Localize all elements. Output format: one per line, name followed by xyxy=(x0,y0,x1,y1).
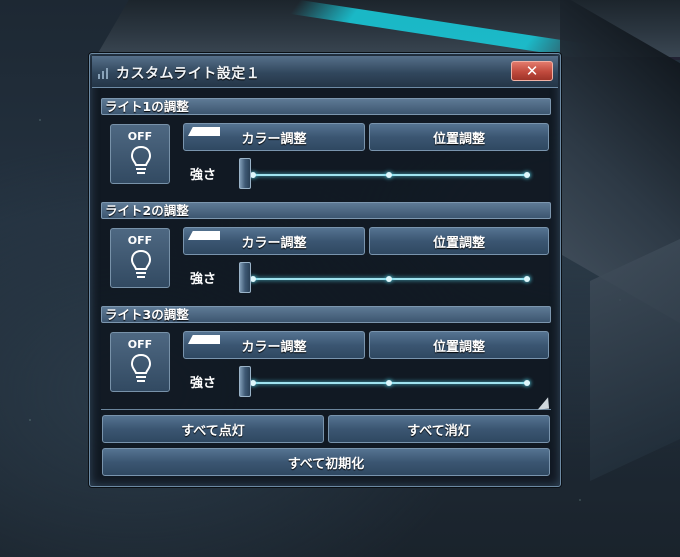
slider-tick xyxy=(386,276,392,282)
light-2-toggle-button[interactable]: OFF xyxy=(110,228,170,288)
window-title: カスタムライト設定１ xyxy=(116,66,261,82)
light-2-color-button[interactable]: カラー調整 xyxy=(183,227,365,255)
light-2-panel: ライト2の調整 OFF カラー調整 位置調整 強さ xyxy=(101,202,551,302)
light-1-panel: ライト1の調整 OFF カラー調整 位置調整 強さ xyxy=(101,98,551,198)
toggle-state-label: OFF xyxy=(127,130,153,143)
button-label: カラー調整 xyxy=(241,131,307,147)
button-label: カラー調整 xyxy=(241,339,307,355)
light-2-position-button[interactable]: 位置調整 xyxy=(369,227,549,255)
color-swatch xyxy=(188,127,220,136)
toggle-state-label: OFF xyxy=(127,338,153,351)
light-2-slider-thumb[interactable] xyxy=(239,262,251,293)
button-label: すべて初期化 xyxy=(287,456,365,472)
light-3-strength-slider[interactable] xyxy=(250,380,530,386)
light-3-slider-thumb[interactable] xyxy=(239,366,251,397)
strength-label: 強さ xyxy=(190,168,217,183)
slider-tick xyxy=(386,380,392,386)
color-swatch xyxy=(188,231,220,240)
close-icon: ✕ xyxy=(525,62,539,80)
light-3-position-button[interactable]: 位置調整 xyxy=(369,331,549,359)
light-1-color-button[interactable]: カラー調整 xyxy=(183,123,365,151)
light-3-toggle-button[interactable]: OFF xyxy=(110,332,170,392)
light-2-strength-slider[interactable] xyxy=(250,276,530,282)
button-label: 位置調整 xyxy=(432,339,485,355)
reset-all-button[interactable]: すべて初期化 xyxy=(102,448,550,476)
section-header: ライト3の調整 xyxy=(101,306,551,323)
strength-label: 強さ xyxy=(190,272,217,287)
light-1-strength-slider[interactable] xyxy=(250,172,530,178)
section-header: ライト1の調整 xyxy=(101,98,551,115)
lightbulb-icon xyxy=(131,146,151,174)
slider-tick xyxy=(386,172,392,178)
custom-light-settings-window: カスタムライト設定１ ✕ ライト1の調整 OFF カラー調整 位置調整 強さ ラ… xyxy=(89,53,561,487)
title-bar[interactable]: カスタムライト設定１ ✕ xyxy=(92,56,558,88)
slider-tick xyxy=(524,172,530,178)
button-label: すべて消灯 xyxy=(407,423,471,439)
light-1-position-button[interactable]: 位置調整 xyxy=(369,123,549,151)
button-label: カラー調整 xyxy=(241,235,307,251)
all-off-button[interactable]: すべて消灯 xyxy=(328,415,550,443)
slider-tick xyxy=(524,380,530,386)
button-label: 位置調整 xyxy=(432,235,485,251)
close-button[interactable]: ✕ xyxy=(511,61,553,81)
light-3-panel: ライト3の調整 OFF カラー調整 位置調整 強さ xyxy=(101,306,551,406)
strength-label: 強さ xyxy=(190,376,217,391)
color-swatch xyxy=(188,335,220,344)
spaceship-hull-lower xyxy=(590,239,680,481)
lightbulb-icon xyxy=(131,250,151,278)
all-on-button[interactable]: すべて点灯 xyxy=(102,415,324,443)
toggle-state-label: OFF xyxy=(127,234,153,247)
button-label: すべて点灯 xyxy=(181,423,245,439)
divider xyxy=(101,409,551,410)
lightbulb-icon xyxy=(131,354,151,382)
button-label: 位置調整 xyxy=(432,131,485,147)
light-1-slider-thumb[interactable] xyxy=(239,158,251,189)
light-3-color-button[interactable]: カラー調整 xyxy=(183,331,365,359)
slider-tick xyxy=(524,276,530,282)
grip-icon xyxy=(98,65,112,79)
section-header: ライト2の調整 xyxy=(101,202,551,219)
light-1-toggle-button[interactable]: OFF xyxy=(110,124,170,184)
